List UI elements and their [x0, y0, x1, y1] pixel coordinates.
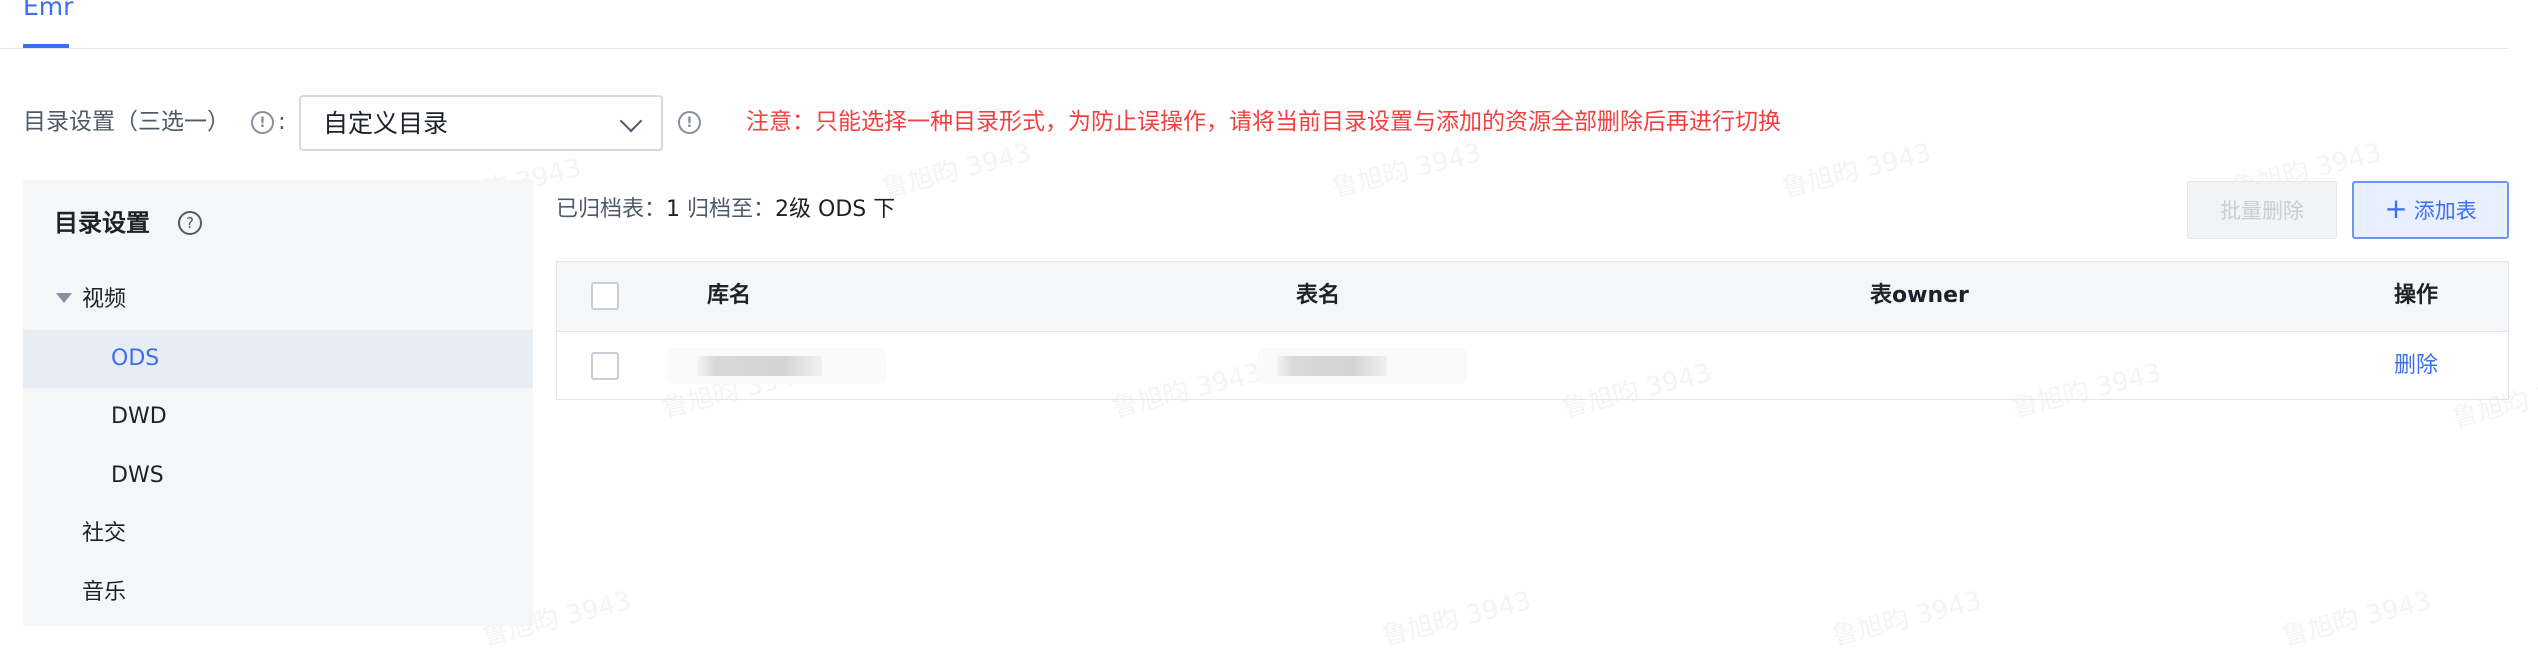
archive-target-value: 2级 ODS 下: [775, 197, 896, 222]
batch-delete-button[interactable]: 批量删除: [2187, 181, 2337, 239]
caret-down-icon[interactable]: [56, 293, 72, 303]
table-row: 删除: [557, 332, 2508, 400]
header-action: 操作: [2394, 283, 2439, 308]
redacted-table-name: [1257, 348, 1467, 384]
batch-delete-label: 批量删除: [2220, 199, 2304, 223]
add-table-label: 添加表: [2413, 199, 2477, 223]
delete-link[interactable]: 删除: [2394, 349, 2438, 383]
watermark: 鲁旭昀 3943: [878, 132, 1035, 205]
catalog-tree-panel: 目录设置 ? 视频 ODS DWD DWS 社交 音乐: [23, 180, 533, 626]
tab-bar: Emr: [0, 0, 2508, 49]
tree-item-social[interactable]: 社交: [82, 517, 126, 551]
chevron-down-icon: [619, 109, 643, 133]
tab-active-indicator: [23, 44, 69, 48]
header-owner: 表owner: [1870, 283, 1969, 308]
tree-item-music[interactable]: 音乐: [82, 576, 126, 610]
tree-item-dwd[interactable]: DWD: [111, 400, 167, 434]
archive-target-label: 归档至：: [687, 197, 776, 222]
watermark: 鲁旭昀 3943: [1828, 580, 1985, 653]
archive-count-value: 1: [666, 197, 681, 222]
select-value: 自定义目录: [323, 109, 449, 138]
header-db-name: 库名: [707, 283, 752, 308]
table-header: 库名 表名 表owner 操作: [557, 262, 2508, 332]
row-checkbox[interactable]: [591, 352, 619, 380]
watermark: 鲁旭昀 3943: [1778, 132, 1935, 205]
header-table-name: 表名: [1296, 283, 1341, 308]
archive-count-label: 已归档表：: [556, 197, 667, 222]
select-all-checkbox[interactable]: [591, 282, 619, 310]
label-colon: :: [278, 109, 286, 135]
redacted-db-name: [667, 348, 887, 384]
catalog-tree-title: 目录设置: [54, 209, 150, 237]
info-icon[interactable]: !: [251, 111, 274, 134]
tree-item-video[interactable]: 视频: [82, 283, 126, 317]
info-icon[interactable]: !: [678, 111, 701, 134]
watermark: 鲁旭昀 3943: [1328, 132, 1485, 205]
catalog-setting-label: 目录设置（三选一）: [23, 109, 230, 135]
tree-item-active-bg: [23, 330, 533, 388]
watermark: 鲁旭昀 3943: [1378, 580, 1535, 653]
tree-item-dws[interactable]: DWS: [111, 459, 164, 493]
plus-icon: +: [2384, 192, 2408, 225]
tab-emr[interactable]: Emr: [23, 0, 73, 22]
catalog-type-select[interactable]: 自定义目录: [299, 95, 663, 151]
switch-warning-notice: 注意：只能选择一种目录形式，为防止误操作，请将当前目录设置与添加的资源全部删除后…: [746, 109, 1781, 135]
archive-summary: 已归档表：1 归档至：2级 ODS 下: [556, 193, 895, 227]
tree-item-ods[interactable]: ODS: [111, 342, 159, 376]
archived-tables-table: 库名 表名 表owner 操作 删除: [556, 261, 2509, 400]
add-table-button[interactable]: + 添加表: [2352, 181, 2509, 239]
watermark: 鲁旭昀 3943: [2278, 580, 2435, 653]
help-icon[interactable]: ?: [178, 211, 202, 235]
